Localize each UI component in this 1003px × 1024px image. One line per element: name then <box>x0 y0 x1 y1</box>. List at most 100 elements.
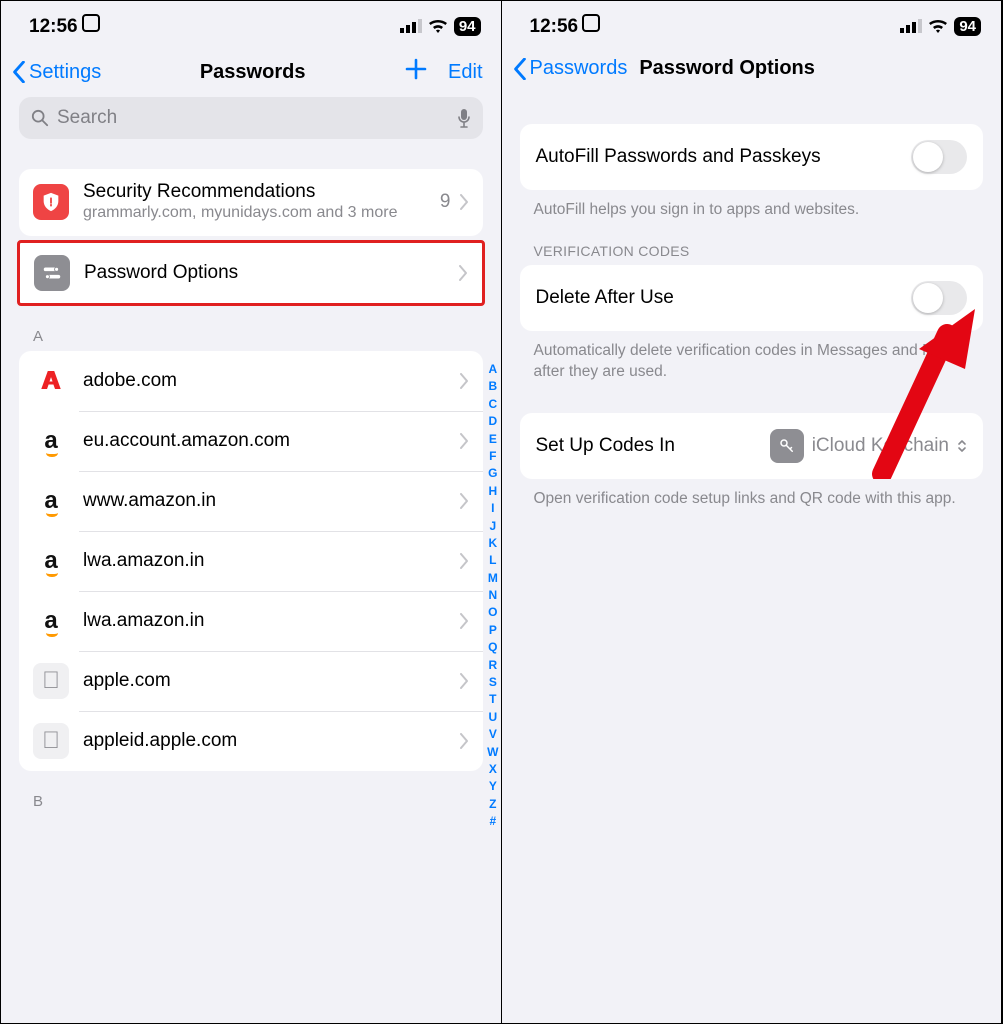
section-header-b: B <box>33 793 469 810</box>
face-id-icon <box>82 14 100 32</box>
security-recommendations-row[interactable]: Security Recommendations grammarly.com, … <box>19 169 483 236</box>
back-label: Settings <box>29 61 101 84</box>
password-row[interactable]:  apple.com <box>19 651 483 711</box>
updown-icon <box>957 438 967 454</box>
password-options-row[interactable]: Password Options <box>20 243 482 303</box>
index-letter[interactable]: X <box>487 761 498 778</box>
password-row[interactable]: a lwa.amazon.in <box>19 591 483 651</box>
index-letter[interactable]: L <box>487 552 498 569</box>
site-label: adobe.com <box>83 370 445 392</box>
index-letter[interactable]: W <box>487 744 498 761</box>
site-label: lwa.amazon.in <box>83 610 445 632</box>
index-letter[interactable]: D <box>487 413 498 430</box>
adobe-icon: A <box>33 363 69 399</box>
amazon-icon: a <box>33 543 69 579</box>
search-input[interactable] <box>57 107 449 129</box>
chevron-left-icon <box>11 61 27 83</box>
cellular-icon <box>900 19 922 33</box>
page-title: Password Options <box>639 57 815 80</box>
autofill-label: AutoFill Passwords and Passkeys <box>536 146 821 168</box>
wifi-icon <box>928 19 948 34</box>
edit-button[interactable]: Edit <box>448 61 482 84</box>
index-letter[interactable]: O <box>487 604 498 621</box>
password-options-label: Password Options <box>84 262 444 284</box>
site-label: apple.com <box>83 670 445 692</box>
security-subtitle: grammarly.com, myunidays.com and 3 more <box>83 203 426 224</box>
mic-icon[interactable] <box>457 108 471 128</box>
search-icon <box>31 109 49 127</box>
delete-after-use-row[interactable]: Delete After Use <box>520 265 984 331</box>
back-button[interactable]: Settings <box>11 61 101 84</box>
index-letter[interactable]: P <box>487 622 498 639</box>
verification-header: VERIFICATION CODES <box>534 243 970 259</box>
chevron-right-icon <box>459 613 469 629</box>
index-letter[interactable]: E <box>487 431 498 448</box>
index-letter[interactable]: S <box>487 674 498 691</box>
status-time: 12:56 <box>29 14 100 38</box>
screen-passwords-list: 12:56 94 Settings Passwords Edit <box>1 1 502 1023</box>
battery-level: 94 <box>954 17 981 36</box>
chevron-right-icon <box>459 194 469 210</box>
search-field[interactable] <box>19 97 483 139</box>
site-label: www.amazon.in <box>83 490 445 512</box>
index-letter[interactable]: H <box>487 483 498 500</box>
index-letter[interactable]: Y <box>487 778 498 795</box>
site-label: eu.account.amazon.com <box>83 430 445 452</box>
battery-level: 94 <box>454 17 481 36</box>
index-letter[interactable]: I <box>487 500 498 517</box>
amazon-icon: a <box>33 423 69 459</box>
chevron-right-icon <box>459 673 469 689</box>
index-letter[interactable]: R <box>487 657 498 674</box>
status-time: 12:56 <box>530 14 601 38</box>
setup-codes-value[interactable]: iCloud Keychain <box>770 429 967 463</box>
index-letter[interactable]: J <box>487 518 498 535</box>
setup-codes-label: Set Up Codes In <box>536 435 675 457</box>
setup-codes-row[interactable]: Set Up Codes In iCloud Keychain <box>520 413 984 479</box>
back-button[interactable]: Passwords <box>512 57 628 80</box>
autofill-toggle[interactable] <box>911 140 967 174</box>
nav-bar: Settings Passwords Edit <box>1 51 501 97</box>
status-bar: 12:56 94 <box>1 1 501 51</box>
delete-after-use-toggle[interactable] <box>911 281 967 315</box>
options-icon <box>34 255 70 291</box>
index-letter[interactable]: U <box>487 709 498 726</box>
chevron-right-icon <box>459 433 469 449</box>
screen-password-options: 12:56 94 Passwords Password Options Auto… <box>502 1 1003 1023</box>
index-letter[interactable]: F <box>487 448 498 465</box>
page-title: Passwords <box>101 61 404 84</box>
site-label: appleid.apple.com <box>83 730 445 752</box>
chevron-right-icon <box>459 373 469 389</box>
index-letter[interactable]: M <box>487 570 498 587</box>
password-row[interactable]: a eu.account.amazon.com <box>19 411 483 471</box>
amazon-icon: a <box>33 483 69 519</box>
password-row[interactable]: a www.amazon.in <box>19 471 483 531</box>
key-icon <box>770 429 804 463</box>
index-letter[interactable]: T <box>487 691 498 708</box>
site-label: lwa.amazon.in <box>83 550 445 572</box>
password-row[interactable]: Aadobe.com <box>19 351 483 411</box>
index-letter[interactable]: Z <box>487 796 498 813</box>
alpha-index[interactable]: ABCDEFGHIJKLMNOPQRSTUVWXYZ# <box>487 361 498 831</box>
face-id-icon <box>582 14 600 32</box>
setup-codes-footer: Open verification code setup links and Q… <box>534 489 970 510</box>
security-title: Security Recommendations <box>83 181 426 203</box>
index-letter[interactable]: K <box>487 535 498 552</box>
add-button[interactable] <box>404 57 428 87</box>
password-row[interactable]: appleid.apple.com <box>19 711 483 771</box>
apple-icon:  <box>33 663 69 699</box>
index-letter[interactable]: G <box>487 465 498 482</box>
site-list-a: Aadobe.com a eu.account.amazon.com a www.ama… <box>19 351 483 771</box>
index-letter[interactable]: A <box>487 361 498 378</box>
security-icon <box>33 184 69 220</box>
index-letter[interactable]: Q <box>487 639 498 656</box>
autofill-row[interactable]: AutoFill Passwords and Passkeys <box>520 124 984 190</box>
index-letter[interactable]: B <box>487 378 498 395</box>
chevron-left-icon <box>512 58 528 80</box>
amazon-icon: a <box>33 603 69 639</box>
top-settings-card: Security Recommendations grammarly.com, … <box>19 169 483 236</box>
index-letter[interactable]: # <box>487 813 498 830</box>
index-letter[interactable]: V <box>487 726 498 743</box>
index-letter[interactable]: N <box>487 587 498 604</box>
index-letter[interactable]: C <box>487 396 498 413</box>
password-row[interactable]: a lwa.amazon.in <box>19 531 483 591</box>
